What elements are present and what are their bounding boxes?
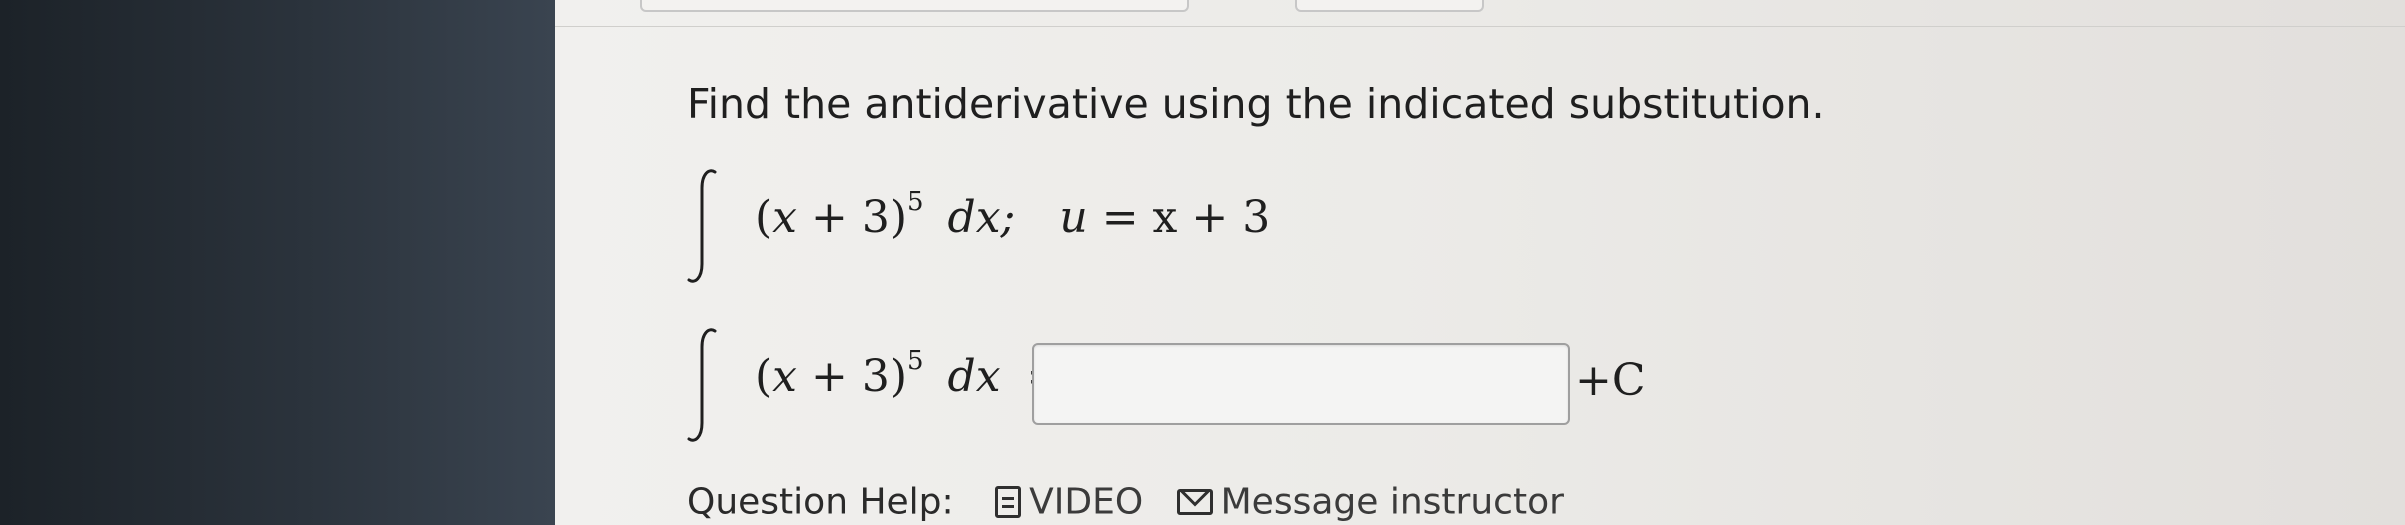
- answer-differential: dx: [947, 351, 1001, 402]
- given-exponent: 5: [907, 187, 924, 218]
- plus-constant: +C: [1575, 355, 1646, 406]
- question-help: Question Help: VIDEO Message instructor: [687, 480, 1564, 525]
- answer-base-open: (: [755, 351, 773, 402]
- question-help-label: Question Help:: [687, 481, 954, 523]
- given-base-open: (: [755, 192, 773, 243]
- given-expression: (x + 3)5 dx; u = x + 3: [755, 187, 1271, 243]
- answer-plus: + 3): [797, 351, 907, 402]
- answer-input[interactable]: [1032, 343, 1570, 425]
- document-icon[interactable]: [995, 486, 1022, 518]
- integral-icon: [687, 169, 717, 283]
- given-differential: dx;: [947, 192, 1016, 243]
- answer-variable: x: [772, 351, 797, 402]
- video-link[interactable]: VIDEO: [1029, 482, 1143, 523]
- answer-expression: (x + 3)5 dx =: [755, 346, 1063, 402]
- mail-icon[interactable]: [1176, 489, 1213, 515]
- message-instructor-link[interactable]: Message instructor: [1221, 482, 1564, 523]
- top-tab-strip: [640, 0, 2400, 12]
- given-plus: + 3): [797, 192, 907, 243]
- given-variable: x: [772, 192, 797, 243]
- substitution-variable: u: [1059, 192, 1088, 243]
- integral-icon: [687, 328, 717, 442]
- background-dark-edge: [0, 0, 555, 525]
- answer-exponent: 5: [907, 346, 924, 377]
- top-divider: [555, 26, 2405, 27]
- substitution-rhs: = x + 3: [1087, 192, 1271, 243]
- question-prompt: Find the antiderivative using the indica…: [687, 80, 1825, 128]
- top-tab-left[interactable]: [640, 0, 1189, 12]
- top-tab-right[interactable]: [1295, 0, 1484, 12]
- screen-area: [555, 0, 2405, 525]
